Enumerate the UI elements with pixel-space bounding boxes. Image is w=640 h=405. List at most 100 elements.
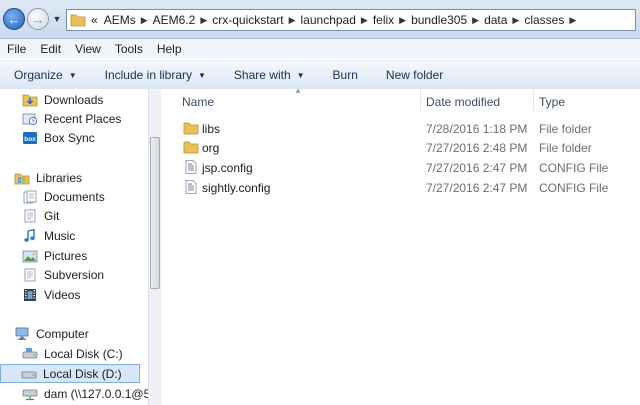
share-with-button[interactable]: Share with ▼ xyxy=(220,68,319,82)
music-icon xyxy=(24,229,35,242)
nav-item-computer[interactable]: Computer xyxy=(14,325,89,343)
chevron-right-icon[interactable]: ▶ xyxy=(510,15,521,26)
nav-item-git[interactable]: Git xyxy=(22,207,59,225)
address-bar-area: ← → ▼ « AEMs ▶ AEM6.2 ▶ crx-quickstart ▶… xyxy=(0,0,640,39)
chevron-down-icon: ▼ xyxy=(198,70,206,80)
menu-file[interactable]: File xyxy=(0,42,33,56)
new-folder-label: New folder xyxy=(385,68,444,82)
nav-label: Recent Places xyxy=(44,112,122,126)
file-row-sightly-config[interactable]: sightly.config 7/27/2016 2:47 PM CONFIG … xyxy=(178,178,640,198)
folder-icon xyxy=(183,121,199,138)
chevron-right-icon[interactable]: ▶ xyxy=(139,15,150,26)
organize-label: Organize xyxy=(14,68,63,82)
menu-bar: File Edit View Tools Help xyxy=(0,39,640,59)
sort-ascending-icon: ▲ xyxy=(294,86,302,95)
nav-item-music[interactable]: Music xyxy=(22,227,75,245)
menu-tools[interactable]: Tools xyxy=(108,42,150,56)
breadcrumb-classes[interactable]: classes xyxy=(521,13,567,27)
include-in-library-button[interactable]: Include in library ▼ xyxy=(91,68,220,82)
organize-button[interactable]: Organize ▼ xyxy=(0,68,91,82)
svg-text:box: box xyxy=(24,136,36,143)
nav-label: Libraries xyxy=(36,171,83,185)
nav-item-local-disk-c[interactable]: Local Disk (C:) xyxy=(22,345,123,363)
nav-item-network-drive[interactable]: dam (\\127.0.0.1@50 xyxy=(22,385,148,403)
nav-item-local-disk-d[interactable]: Local Disk (D:) xyxy=(0,364,140,383)
back-button[interactable]: ← xyxy=(3,8,25,30)
command-toolbar: Organize ▼ Include in library ▼ Share wi… xyxy=(0,60,640,90)
nav-item-documents[interactable]: Documents xyxy=(22,188,105,206)
column-header-type[interactable]: Type xyxy=(539,92,565,112)
chevron-right-icon[interactable]: ▶ xyxy=(287,15,298,26)
menu-help[interactable]: Help xyxy=(150,42,189,56)
nav-label: Git xyxy=(44,209,60,223)
breadcrumb-crx-quickstart[interactable]: crx-quickstart xyxy=(209,13,286,27)
library-folder-icon xyxy=(24,268,36,282)
column-divider[interactable] xyxy=(533,89,534,111)
breadcrumb-launchpad[interactable]: launchpad xyxy=(298,13,359,27)
forward-arrow-icon: → xyxy=(31,11,45,27)
nav-item-box-sync[interactable]: box Box Sync xyxy=(22,129,95,147)
recent-pages-dropdown[interactable]: ▼ xyxy=(51,13,63,25)
new-folder-button[interactable]: New folder xyxy=(372,68,457,82)
menu-edit[interactable]: Edit xyxy=(33,42,68,56)
chevron-down-icon: ▼ xyxy=(296,70,305,80)
chevron-right-icon[interactable]: ▶ xyxy=(397,15,408,26)
nav-scrollbar-thumb[interactable] xyxy=(150,137,160,289)
file-type: CONFIG File xyxy=(539,161,609,175)
column-header-name[interactable]: Name xyxy=(182,92,214,112)
nav-label: Documents xyxy=(44,190,105,204)
downloads-folder-icon xyxy=(22,94,38,107)
box-sync-icon: box xyxy=(23,132,37,144)
burn-button[interactable]: Burn xyxy=(319,68,372,82)
drive-icon xyxy=(22,348,38,359)
breadcrumb-bundle305[interactable]: bundle305 xyxy=(408,13,470,27)
nav-item-subversion[interactable]: Subversion xyxy=(22,266,104,284)
nav-label: Box Sync xyxy=(44,131,95,145)
nav-label: dam (\\127.0.0.1@50 xyxy=(44,387,148,401)
videos-icon xyxy=(24,289,36,301)
chevron-right-icon[interactable]: ▶ xyxy=(470,15,481,26)
nav-item-libraries[interactable]: Libraries xyxy=(14,169,82,187)
file-row-org[interactable]: org 7/27/2016 2:48 PM File folder xyxy=(178,138,640,158)
breadcrumb-overflow[interactable]: « xyxy=(88,13,101,27)
breadcrumb-aems[interactable]: AEMs xyxy=(101,13,139,27)
nav-label: Videos xyxy=(44,288,81,302)
file-date: 7/27/2016 2:47 PM xyxy=(426,161,528,175)
nav-label: Local Disk (C:) xyxy=(44,347,123,361)
breadcrumb-aem62[interactable]: AEM6.2 xyxy=(150,13,199,27)
menu-view[interactable]: View xyxy=(68,42,108,56)
chevron-right-icon[interactable]: ▶ xyxy=(567,15,578,26)
nav-label: Downloads xyxy=(44,93,104,107)
config-file-icon xyxy=(183,180,199,197)
chevron-right-icon[interactable]: ▶ xyxy=(198,15,209,26)
file-name: libs xyxy=(202,122,221,136)
share-with-label: Share with xyxy=(233,68,291,82)
column-header-date-modified[interactable]: Date modified xyxy=(426,92,500,112)
nav-item-recent-places[interactable]: Recent Places xyxy=(22,110,121,128)
library-folder-icon xyxy=(24,209,36,223)
nav-label: Music xyxy=(44,229,76,243)
include-in-library-label: Include in library xyxy=(104,68,192,82)
nav-label: Subversion xyxy=(44,268,105,282)
breadcrumb-felix[interactable]: felix xyxy=(370,13,397,27)
network-drive-icon xyxy=(22,389,38,401)
computer-icon xyxy=(15,327,29,340)
file-type: File folder xyxy=(539,141,592,155)
folder-icon xyxy=(183,140,199,157)
file-type: File folder xyxy=(539,122,592,136)
nav-item-videos[interactable]: Videos xyxy=(22,286,80,304)
breadcrumb-data[interactable]: data xyxy=(481,13,510,27)
nav-item-downloads[interactable]: Downloads xyxy=(22,91,103,109)
file-row-libs[interactable]: libs 7/28/2016 1:18 PM File folder xyxy=(178,119,640,139)
file-row-jsp-config[interactable]: jsp.config 7/27/2016 2:47 PM CONFIG File xyxy=(178,158,640,178)
forward-button[interactable]: → xyxy=(27,8,49,30)
address-path-box[interactable]: « AEMs ▶ AEM6.2 ▶ crx-quickstart ▶ launc… xyxy=(66,9,636,31)
chevron-right-icon[interactable]: ▶ xyxy=(359,15,370,26)
column-divider[interactable] xyxy=(420,89,421,111)
drive-icon xyxy=(21,371,37,378)
file-name: jsp.config xyxy=(202,161,253,175)
recent-places-icon xyxy=(22,113,38,126)
nav-label: Local Disk (D:) xyxy=(43,366,122,381)
navigation-pane: Downloads Recent Places box Box Sync Lib… xyxy=(0,89,148,405)
nav-item-pictures[interactable]: Pictures xyxy=(22,247,87,265)
